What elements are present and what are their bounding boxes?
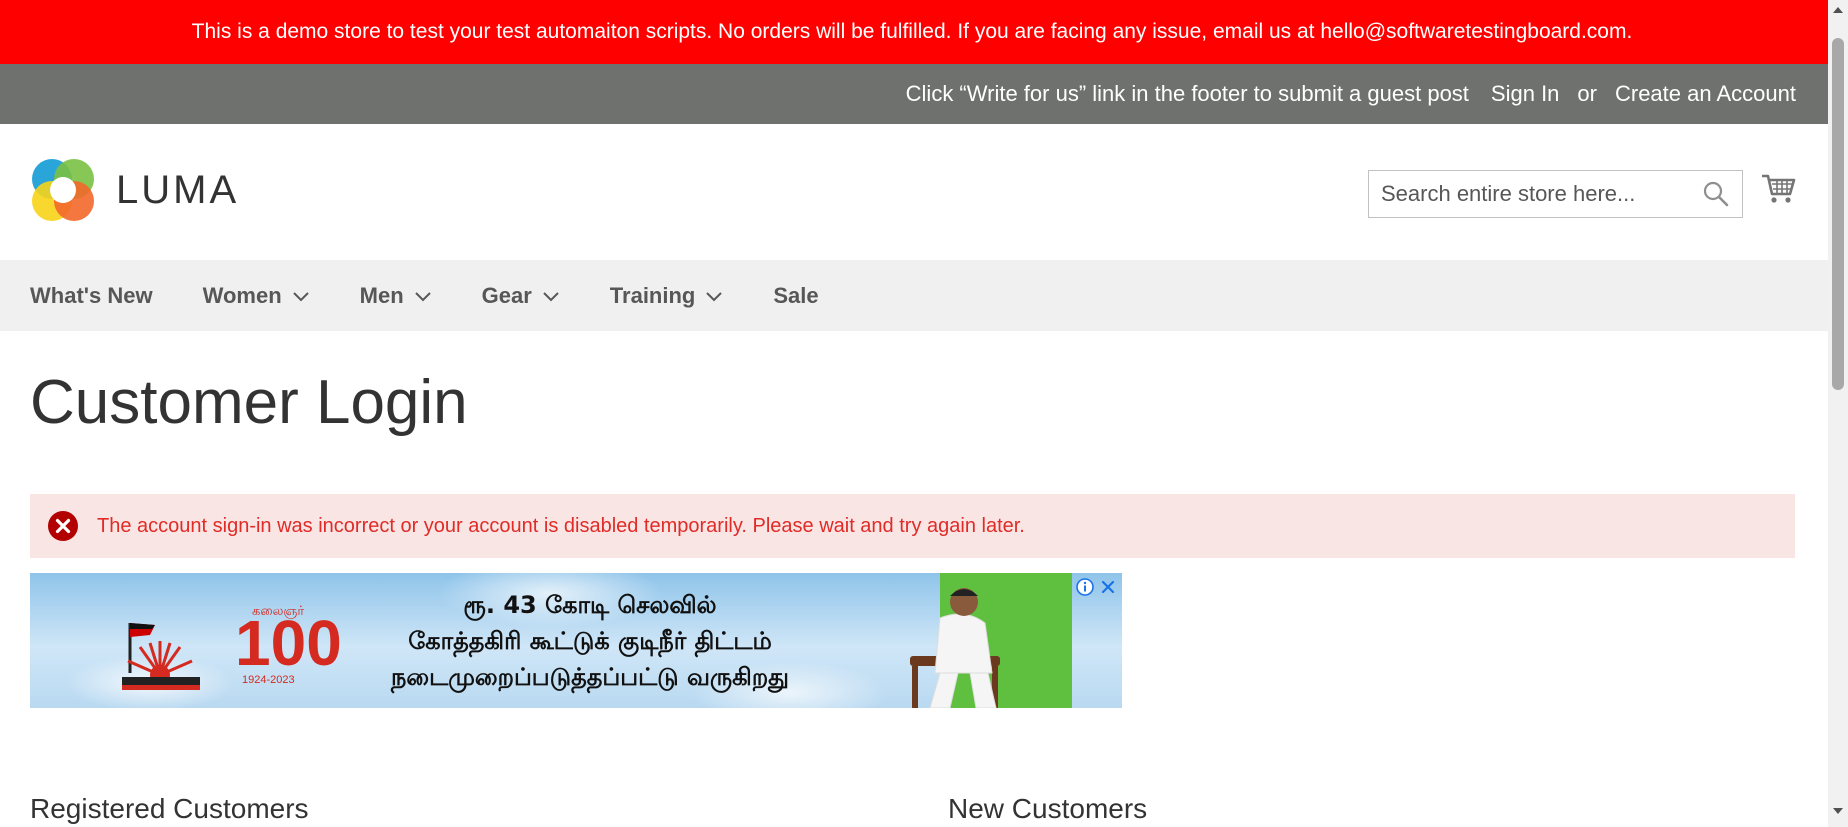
scrollbar-thumb[interactable] bbox=[1832, 38, 1844, 390]
error-icon bbox=[48, 511, 78, 541]
logo[interactable]: LUMA bbox=[30, 157, 239, 223]
chevron-down-icon bbox=[706, 291, 723, 301]
search-input[interactable] bbox=[1368, 170, 1743, 218]
panel-header: Click “Write for us” link in the footer … bbox=[0, 64, 1848, 124]
error-message-text: The account sign-in was incorrect or you… bbox=[97, 514, 1025, 537]
nav-item-gear[interactable]: Gear bbox=[482, 283, 560, 309]
nav-item-label: Women bbox=[202, 282, 282, 308]
nav-item-women[interactable]: Women bbox=[203, 283, 310, 309]
scroll-down-arrow-icon[interactable] bbox=[1832, 805, 1844, 817]
chevron-down-icon bbox=[543, 291, 559, 301]
nav-item-label: What's New bbox=[30, 282, 153, 308]
cart-icon[interactable] bbox=[1760, 170, 1796, 206]
nav-item-label: Gear bbox=[481, 282, 532, 308]
nav-item-label: Men bbox=[359, 282, 404, 308]
nav-item-label: Training bbox=[609, 282, 696, 308]
header-content: LUMA bbox=[0, 124, 1848, 260]
logo-text: LUMA bbox=[116, 167, 240, 212]
nav-item-men[interactable]: Men bbox=[360, 283, 432, 309]
luma-logo-icon bbox=[32, 159, 94, 221]
ad-years-label: 1924-2023 bbox=[242, 674, 295, 686]
ad-headline: ரூ. 43 கோடி செலவில் கோத்தகிரி கூட்டுக் க… bbox=[380, 587, 800, 695]
sign-in-link[interactable]: Sign In bbox=[1491, 81, 1560, 107]
registered-customers-title: Registered Customers bbox=[30, 793, 309, 824]
guest-post-notice: Click “Write for us” link in the footer … bbox=[905, 81, 1469, 106]
nav-item-label: Sale bbox=[773, 282, 819, 308]
page: This is a demo store to test your test a… bbox=[0, 0, 1848, 827]
rising-sun-emblem-icon bbox=[122, 623, 200, 690]
search-icon[interactable] bbox=[1703, 181, 1729, 207]
ad-line-2: கோத்தகிரி கூட்டுக் குடிநீர் திட்டம் bbox=[408, 627, 772, 655]
error-message: The account sign-in was incorrect or you… bbox=[30, 494, 1795, 558]
main-navigation: What's New Women Men Gear Training Sale bbox=[0, 260, 1848, 331]
nav-item-training[interactable]: Training bbox=[610, 283, 724, 309]
ad-person-image bbox=[910, 588, 1000, 708]
nav-item-whats-new[interactable]: What's New bbox=[30, 283, 153, 309]
or-separator: or bbox=[1577, 81, 1597, 106]
ad-line-3: நடைமுறைப்படுத்தப்பட்டு வருகிறது bbox=[391, 663, 789, 691]
advertisement-banner[interactable]: கலைஞர் 100 1924-2023 ரூ. 43 கோடி செலவில்… bbox=[30, 573, 1122, 708]
new-customers-title: New Customers bbox=[948, 793, 1148, 824]
nav-item-sale[interactable]: Sale bbox=[773, 283, 818, 309]
ad-info-icon[interactable] bbox=[1075, 577, 1095, 597]
ad-hundred-logo: 100 bbox=[235, 607, 342, 679]
demo-banner-text: This is a demo store to test your test a… bbox=[191, 20, 1633, 43]
scroll-up-arrow-icon[interactable] bbox=[1832, 4, 1844, 16]
page-scrollbar[interactable] bbox=[1828, 0, 1848, 827]
ad-line-1: ரூ. 43 கோடி செலவில் bbox=[463, 591, 717, 619]
page-title: Customer Login bbox=[30, 368, 468, 437]
demo-store-banner: This is a demo store to test your test a… bbox=[0, 0, 1848, 64]
chevron-down-icon bbox=[292, 291, 309, 301]
chevron-down-icon bbox=[414, 291, 431, 301]
create-account-link[interactable]: Create an Account bbox=[1615, 81, 1796, 107]
ad-close-icon[interactable] bbox=[1098, 577, 1118, 597]
